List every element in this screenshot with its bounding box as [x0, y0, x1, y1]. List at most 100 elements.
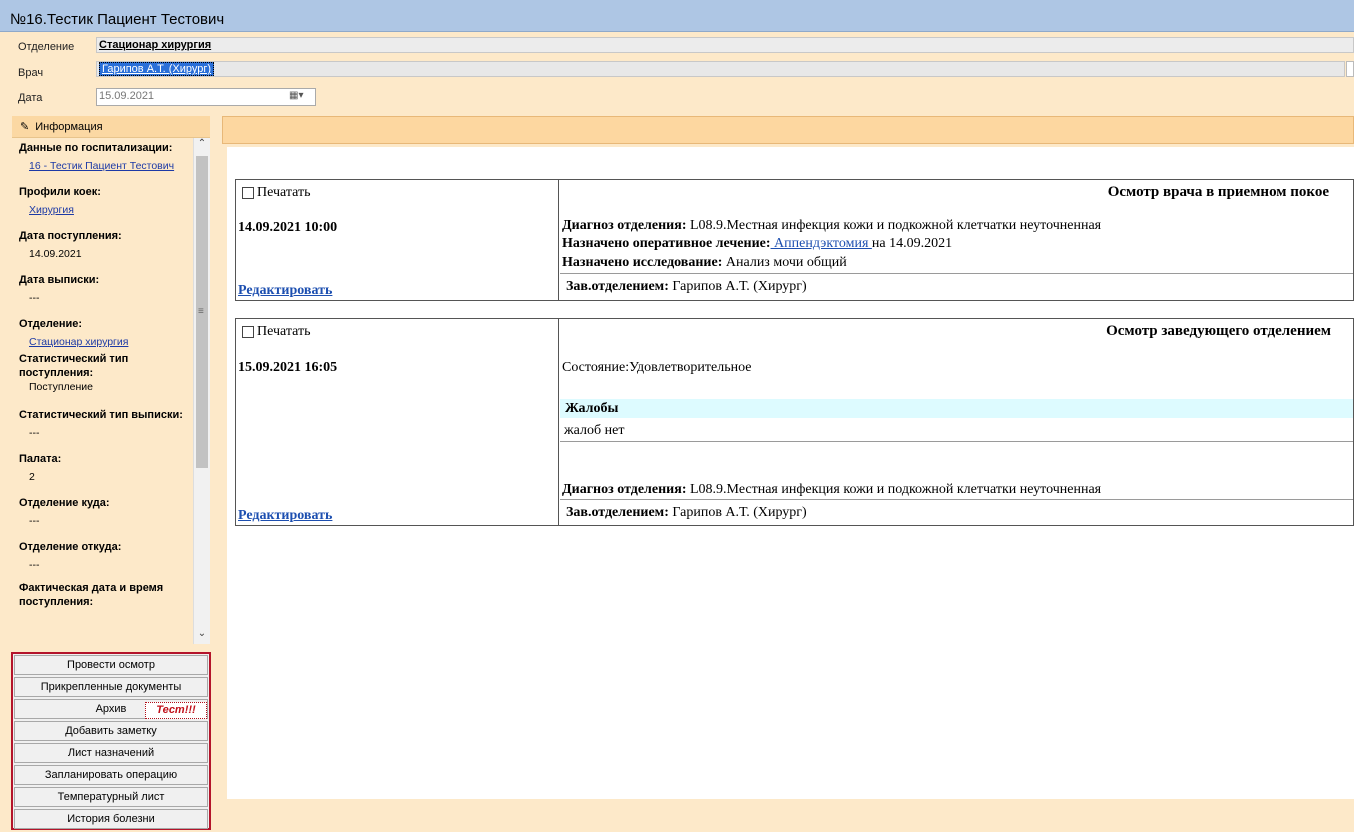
exam-record: Печатать 14.09.2021 10:00 Редактировать … [235, 179, 1354, 301]
info-item: Дата поступления: 14.09.2021 [12, 226, 192, 261]
edit-link[interactable]: Редактировать [238, 508, 332, 524]
info-header[interactable]: ✎ Информация [12, 116, 210, 138]
info-item: Отделение откуда: --- [12, 537, 192, 572]
info-header-label: Информация [35, 120, 103, 133]
doctor-value: Гарипов А.Т. (Хирург) [99, 62, 215, 76]
record-datetime: 15.09.2021 16:05 [238, 360, 338, 375]
scroll-up-icon[interactable]: ⌃ [194, 138, 210, 154]
info-list: Данные по госпитализации: 16 - Тестик Пац… [12, 138, 192, 646]
info-item-link[interactable]: Стационар хирургия [19, 335, 185, 349]
info-item-label: Отделение куда: [19, 497, 110, 509]
department-field[interactable]: Стационар хирургия [96, 37, 1354, 53]
complaints-value: жалоб нет [564, 423, 625, 438]
edit-link[interactable]: Редактировать [238, 283, 332, 299]
content-footer [222, 800, 1354, 832]
date-field[interactable]: 15.09.2021 ▦▾ [96, 88, 316, 106]
diagnosis-value: L08.9.Местная инфекция кожи и подкожной … [686, 482, 1102, 497]
info-item-label: Отделение: [19, 318, 83, 330]
print-checkbox[interactable]: Печатать [242, 324, 311, 340]
content-toolbar [222, 116, 1354, 144]
info-item-label: Фактическая дата и время поступления: [19, 582, 164, 608]
record-title: Осмотр врача в приемном покое [1107, 184, 1329, 200]
info-item-label: Дата поступления: [19, 230, 122, 242]
operation-date: на 14.09.2021 [871, 236, 953, 251]
divider [560, 273, 1353, 274]
info-item: Отделение куда: --- [12, 493, 192, 528]
record-left-column [236, 319, 559, 525]
scroll-grip-icon: ≡ [198, 306, 204, 317]
info-sidebar: ✎ Информация Данные по госпитализации: 16… [12, 116, 210, 646]
exam-label: Назначено исследование: [562, 255, 723, 270]
temperature-sheet-button[interactable]: Температурный лист [14, 787, 208, 807]
exam-record: Печатать 15.09.2021 16:05 Редактировать … [235, 318, 1354, 526]
head-line: Зав.отделением: Гарипов А.Т. (Хирург) [566, 279, 807, 295]
exam-value: Анализ мочи общий [722, 255, 847, 270]
info-item: Отделение: Стационар хирургия [12, 314, 192, 349]
info-item-link[interactable]: 16 - Тестик Пациент Тестович [19, 159, 185, 173]
info-item: Палата: 2 [12, 449, 192, 484]
date-value: 15.09.2021 [99, 90, 155, 102]
calendar-icon[interactable]: ▦▾ [289, 90, 313, 104]
info-item-label: Статистический тип выписки: [19, 409, 183, 421]
diagnosis-line: Диагноз отделения: L08.9.Местная инфекци… [562, 218, 1101, 234]
print-label: Печатать [257, 324, 311, 339]
info-item-label: Профили коек: [19, 186, 101, 198]
info-item: Данные по госпитализации: 16 - Тестик Пац… [12, 138, 192, 173]
diagnosis-label: Диагноз отделения: [562, 218, 687, 233]
add-note-button[interactable]: Добавить заметку [14, 721, 208, 741]
divider [560, 441, 1353, 442]
info-item-value: --- [29, 515, 40, 527]
header-panel: Отделение Стационар хирургия Врач Гарипо… [0, 33, 1354, 113]
notes-icon: ✎ [20, 121, 30, 133]
info-item-value: --- [29, 559, 40, 571]
date-label: Дата [18, 92, 43, 104]
info-item: Профили коек: Хирургия [12, 182, 192, 217]
doctor-field[interactable]: Гарипов А.Т. (Хирург) [96, 61, 1345, 77]
prescriptions-button[interactable]: Лист назначений [14, 743, 208, 763]
state-line: Состояние:Удовлетворительное [562, 360, 752, 375]
info-item: Статистический тип поступления: Поступлен… [12, 349, 192, 394]
info-item-label: Отделение откуда: [19, 541, 122, 553]
info-item-label: Статистический тип поступления: [19, 353, 129, 379]
diagnosis-line: Диагноз отделения: L08.9.Местная инфекци… [562, 482, 1101, 498]
info-item: Фактическая дата и время поступления: [12, 578, 192, 609]
info-item-label: Палата: [19, 453, 62, 465]
info-item-label: Дата выписки: [19, 274, 100, 286]
scroll-down-icon[interactable]: ⌄ [194, 628, 210, 644]
action-buttons-panel: Провести осмотр Прикрепленные документы … [11, 652, 211, 830]
checkbox-icon[interactable] [242, 326, 254, 338]
head-label: Зав.отделением: [566, 505, 669, 520]
record-datetime: 14.09.2021 10:00 [238, 220, 338, 235]
divider [560, 499, 1353, 500]
title-bar: №16.Тестик Пациент Тестович [0, 0, 1354, 32]
attached-documents-button[interactable]: Прикрепленные документы [14, 677, 208, 697]
info-item: Дата выписки: --- [12, 270, 192, 305]
info-item-link[interactable]: Хирургия [19, 203, 185, 217]
doctor-label: Врач [18, 67, 44, 79]
examine-button[interactable]: Провести осмотр [14, 655, 208, 675]
info-item-value: Поступление [29, 381, 93, 393]
diagnosis-label: Диагноз отделения: [562, 482, 687, 497]
operation-label: Назначено оперативное лечение: [562, 236, 771, 251]
info-item: Статистический тип выписки: --- [12, 405, 192, 440]
exam-line: Назначено исследование: Анализ мочи общи… [562, 255, 847, 271]
head-value: Гарипов А.Т. (Хирург) [668, 505, 807, 520]
info-item-label: Данные по госпитализации: [19, 142, 173, 154]
head-label: Зав.отделением: [566, 279, 669, 294]
head-value: Гарипов А.Т. (Хирург) [668, 279, 807, 294]
schedule-operation-button[interactable]: Запланировать операцию [14, 765, 208, 785]
checkbox-icon[interactable] [242, 187, 254, 199]
diagnosis-value: L08.9.Местная инфекция кожи и подкожной … [686, 218, 1102, 233]
info-item-value: 2 [29, 471, 35, 483]
print-checkbox[interactable]: Печатать [242, 185, 311, 201]
window-title: №16.Тестик Пациент Тестович [10, 11, 225, 28]
info-item-value: --- [29, 292, 40, 304]
info-item-value: --- [29, 427, 40, 439]
header-scrollbar[interactable] [1346, 61, 1354, 77]
operation-line: Назначено оперативное лечение: Аппендэкт… [562, 236, 952, 252]
medical-history-button[interactable]: История болезни [14, 809, 208, 829]
sidebar-scrollbar[interactable]: ⌃ ≡ ⌄ [193, 138, 210, 644]
department-value: Стационар хирургия [99, 39, 212, 51]
complaints-header: Жалобы [560, 399, 1353, 418]
operation-link[interactable]: Аппендэктомия [771, 236, 872, 251]
